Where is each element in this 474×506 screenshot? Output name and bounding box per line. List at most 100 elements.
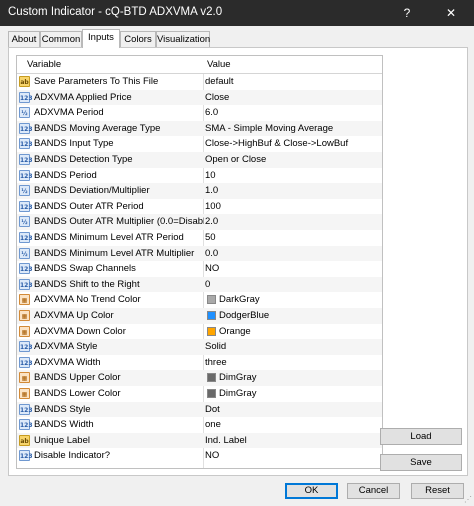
variable-value[interactable]: 100 (205, 201, 221, 212)
variable-value[interactable]: Orange (219, 326, 251, 337)
table-row[interactable]: 123 BANDS Swap Channels NO (17, 261, 382, 277)
variable-name: BANDS Period (34, 169, 97, 181)
tab-colors[interactable]: Colors (120, 31, 156, 47)
table-row[interactable]: ½ BANDS Outer ATR Multiplier (0.0=Disable… (17, 214, 382, 230)
table-row[interactable]: 123 BANDS Input Type Close->HighBuf & Clos… (17, 136, 382, 152)
table-row[interactable]: ½ ADXVMA Period 6.0 (17, 105, 382, 121)
variable-name: BANDS Upper Color (34, 372, 121, 384)
save-button[interactable]: Save (380, 454, 462, 471)
table-row[interactable]: ½ BANDS Deviation/Multiplier 1.0 (17, 183, 382, 199)
table-row[interactable]: ab Save Parameters To This File default (17, 74, 382, 90)
variable-name: BANDS Input Type (34, 138, 114, 150)
variable-value[interactable]: Ind. Label (205, 435, 247, 446)
variable-value[interactable]: three (205, 357, 227, 368)
table-row[interactable]: ab Unique Label Ind. Label (17, 432, 382, 449)
variable-name: BANDS Lower Color (34, 388, 121, 399)
variable-value[interactable]: 1.0 (205, 185, 218, 196)
table-row[interactable]: ▦ BANDS Upper Color DimGray (17, 370, 382, 386)
table-row[interactable]: ½ BANDS Minimum Level ATR Multiplier 0.0 (17, 245, 382, 262)
table-row[interactable]: 123 BANDS Minimum Level ATR Period 50 (17, 230, 382, 246)
variable-value[interactable]: SMA - Simple Moving Average (205, 123, 333, 134)
double-type-icon: ½ (19, 216, 30, 228)
variable-name: ADXVMA Up Color (34, 310, 114, 321)
table-row[interactable]: 123 BANDS Style Dot (17, 401, 382, 418)
string-type-icon: ab (19, 434, 30, 446)
table-row[interactable]: 123 ADXVMA Style Solid (17, 339, 382, 355)
integer-type-icon: 123 (19, 263, 33, 275)
variable-value[interactable]: 2.0 (205, 216, 218, 227)
variable-value[interactable]: 6.0 (205, 107, 218, 118)
table-row[interactable]: ▦ ADXVMA Down Color Orange (17, 324, 382, 340)
help-button[interactable]: ? (384, 0, 430, 26)
grid-header: Variable Value (17, 56, 382, 74)
table-row[interactable]: 123 BANDS Shift to the Right 0 (17, 276, 382, 293)
variable-value[interactable]: default (205, 76, 234, 87)
table-row[interactable]: 123 ADXVMA Applied Price Close (17, 89, 382, 106)
variable-name: BANDS Outer ATR Multiplier (0.0=Disable) (34, 216, 204, 228)
column-header-variable[interactable]: Variable (27, 59, 61, 70)
variable-name: BANDS Width (34, 419, 94, 431)
tab-common[interactable]: Common (40, 31, 82, 47)
variable-value[interactable]: DimGray (219, 388, 256, 399)
table-row[interactable]: 123 BANDS Moving Average Type SMA - Simple… (17, 120, 382, 137)
integer-type-icon: 123 (19, 341, 33, 353)
color-type-icon: ▦ (19, 294, 30, 306)
variable-value[interactable]: Open or Close (205, 154, 266, 165)
close-button[interactable]: ✕ (428, 0, 474, 26)
variable-value[interactable]: 50 (205, 232, 216, 243)
table-row[interactable]: 123 Disable Indicator? NO (17, 448, 382, 464)
variable-value[interactable]: DimGray (219, 372, 256, 383)
table-row[interactable]: ▦ BANDS Lower Color DimGray (17, 386, 382, 402)
integer-type-icon: 123 (19, 278, 33, 290)
variable-value[interactable]: DarkGray (219, 294, 260, 305)
variable-name: BANDS Deviation/Multiplier (34, 185, 150, 197)
variable-name: ADXVMA Applied Price (34, 91, 132, 103)
variable-value[interactable]: 10 (205, 170, 216, 181)
table-row[interactable]: 123 BANDS Period 10 (17, 168, 382, 184)
table-row[interactable]: 123 BANDS Detection Type Open or Close (17, 152, 382, 168)
variable-value[interactable]: NO (205, 450, 219, 461)
cancel-button[interactable]: Cancel (347, 483, 400, 499)
reset-button[interactable]: Reset (411, 483, 464, 499)
variable-value[interactable]: DodgerBlue (219, 310, 269, 321)
variable-value[interactable]: Close (205, 92, 229, 103)
variable-name: ADXVMA No Trend Color (34, 294, 141, 306)
variable-name: ADXVMA Width (34, 356, 101, 368)
table-row[interactable]: ▦ ADXVMA Up Color DodgerBlue (17, 308, 382, 324)
resize-grip-icon[interactable]: ⋰ (464, 496, 472, 504)
tab-about[interactable]: About (8, 31, 40, 47)
variable-value[interactable]: 0 (205, 279, 210, 290)
variable-name: BANDS Style (34, 403, 91, 415)
tab-visualization[interactable]: Visualization (156, 31, 210, 47)
variable-value[interactable]: NO (205, 263, 219, 274)
variable-name: ADXVMA Period (34, 107, 104, 119)
table-row[interactable]: 123 BANDS Width one (17, 417, 382, 433)
variable-name: BANDS Shift to the Right (34, 278, 140, 290)
inputs-panel: Variable Value ab Save Parameters To This… (8, 47, 468, 476)
variable-value[interactable]: Solid (205, 341, 226, 352)
variable-name: BANDS Minimum Level ATR Multiplier (34, 247, 195, 259)
load-button[interactable]: Load (380, 428, 462, 445)
variable-value[interactable]: 0.0 (205, 248, 218, 259)
ok-button[interactable]: OK (285, 483, 338, 499)
variable-value[interactable]: Dot (205, 404, 220, 415)
tab-inputs[interactable]: Inputs (82, 29, 120, 48)
column-header-value[interactable]: Value (207, 59, 231, 70)
title-bar: Custom Indicator - cQ-BTD ADXVMA v2.0 ? … (0, 0, 474, 26)
variable-name: BANDS Minimum Level ATR Period (34, 232, 184, 243)
table-row[interactable]: ▦ ADXVMA No Trend Color DarkGray (17, 292, 382, 308)
integer-type-icon: 123 (19, 122, 33, 134)
variable-value[interactable]: one (205, 419, 221, 430)
color-swatch (207, 373, 216, 383)
integer-type-icon: 123 (19, 138, 33, 150)
integer-type-icon: 123 (19, 356, 33, 368)
color-type-icon: ▦ (19, 388, 30, 399)
table-row[interactable]: 123 ADXVMA Width three (17, 355, 382, 371)
table-row[interactable]: 123 BANDS Outer ATR Period 100 (17, 199, 382, 215)
integer-type-icon: 123 (19, 419, 33, 431)
variable-value[interactable]: Close->HighBuf & Close->LowBuf (205, 138, 348, 149)
color-type-icon: ▦ (19, 325, 30, 337)
variable-name: Unique Label (34, 434, 90, 446)
color-type-icon: ▦ (19, 310, 30, 321)
variable-name: ADXVMA Style (34, 341, 98, 353)
